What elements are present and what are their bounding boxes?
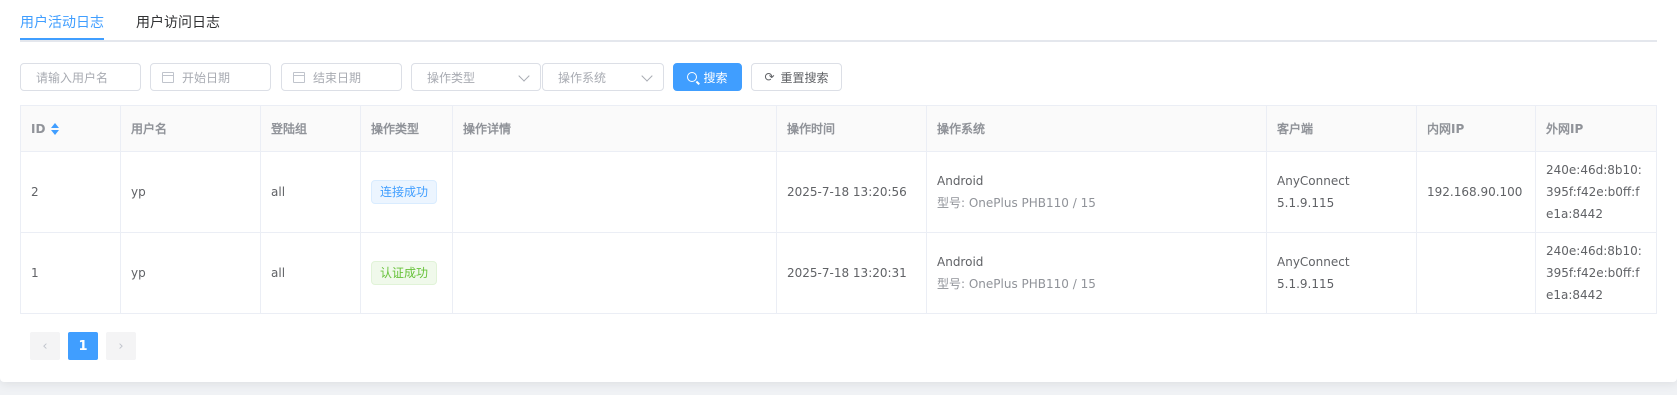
- tab-user-access-log[interactable]: 用户访问日志: [136, 12, 220, 32]
- prev-page-button[interactable]: ‹: [30, 332, 60, 360]
- column-header-wan-ip: 外网IP: [1536, 106, 1656, 151]
- end-date-placeholder: 结束日期: [313, 70, 362, 85]
- column-header-label: 操作时间: [787, 121, 836, 136]
- cell-wan-ip: 240e:46d:8b10:395f:f42e:b0ff:fe1a:8442: [1546, 163, 1642, 221]
- reset-search-button[interactable]: ⟳ 重置搜索: [751, 63, 842, 91]
- username-placeholder: 请输入用户名: [36, 70, 109, 85]
- os-name: Android: [937, 255, 984, 269]
- next-page-button[interactable]: ›: [106, 332, 136, 360]
- calendar-icon: [162, 71, 174, 83]
- search-button-label: 搜索: [703, 70, 728, 85]
- cell-os: Android 型号: OnePlus PHB110 / 15: [927, 233, 1267, 313]
- cell-username: yp: [121, 233, 261, 313]
- cell-id: 1: [21, 233, 121, 313]
- column-header-os: 操作系统: [927, 106, 1267, 151]
- page-number-button[interactable]: 1: [68, 332, 98, 360]
- activity-log-table: ID 用户名 登陆组 操作类型 操作详情 操作时间 操作系统 客户端 内网IP …: [20, 105, 1657, 314]
- chevron-down-icon: [641, 70, 653, 82]
- os-model-value: OnePlus PHB110 / 15: [968, 277, 1096, 291]
- cell-os: Android 型号: OnePlus PHB110 / 15: [927, 152, 1267, 232]
- os-model-line: 型号: OnePlus PHB110 / 15: [937, 192, 1256, 214]
- calendar-icon: [293, 71, 305, 83]
- table-row: 1 yp all 认证成功 2025-7-18 13:20:31 Android…: [21, 233, 1656, 313]
- cell-group: all: [261, 152, 361, 232]
- table-row: 2 yp all 连接成功 2025-7-18 13:20:56 Android…: [21, 152, 1656, 233]
- column-header-client: 客户端: [1267, 106, 1417, 151]
- search-icon: [687, 72, 698, 82]
- log-panel: 用户活动日志 用户访问日志 请输入用户名 开始日期 结束日期 操作类型 操作系统…: [0, 0, 1677, 382]
- column-header-username: 用户名: [121, 106, 261, 151]
- column-header-label: 操作详情: [463, 121, 512, 136]
- column-header-label: ID: [31, 121, 46, 136]
- log-tabs: 用户活动日志 用户访问日志: [20, 0, 1657, 42]
- cell-op-detail: [453, 233, 777, 313]
- active-tab-indicator: [20, 38, 104, 40]
- search-button[interactable]: 搜索: [673, 63, 742, 91]
- start-date-placeholder: 开始日期: [182, 70, 231, 85]
- username-input[interactable]: 请输入用户名: [20, 63, 141, 91]
- cell-lan-ip: [1417, 233, 1536, 313]
- column-header-op-detail: 操作详情: [453, 106, 777, 151]
- os-model-label: 型号:: [937, 196, 969, 210]
- column-header-lan-ip: 内网IP: [1417, 106, 1536, 151]
- cell-username: yp: [121, 152, 261, 232]
- refresh-icon: ⟳: [764, 70, 775, 84]
- column-header-label: 用户名: [131, 121, 168, 136]
- pagination: ‹ 1 ›: [30, 332, 136, 360]
- column-header-label: 客户端: [1277, 121, 1314, 136]
- os-placeholder: 操作系统: [558, 70, 607, 85]
- table-header: ID 用户名 登陆组 操作类型 操作详情 操作时间 操作系统 客户端 内网IP …: [21, 106, 1656, 152]
- start-date-picker[interactable]: 开始日期: [150, 63, 271, 91]
- cell-op-type: 认证成功: [361, 233, 453, 313]
- os-select[interactable]: 操作系统: [542, 63, 664, 91]
- chevron-left-icon: ‹: [42, 338, 48, 354]
- op-type-tag: 连接成功: [371, 180, 438, 204]
- column-header-label: 外网IP: [1546, 121, 1584, 136]
- cell-op-time: 2025-7-18 13:20:31: [777, 233, 927, 313]
- tab-user-activity-log[interactable]: 用户活动日志: [20, 12, 104, 32]
- os-model-label: 型号:: [937, 277, 969, 291]
- reset-button-label: 重置搜索: [780, 70, 829, 85]
- chevron-right-icon: ›: [118, 338, 124, 354]
- column-header-label: 操作类型: [371, 121, 420, 136]
- op-type-placeholder: 操作类型: [427, 70, 476, 85]
- cell-lan-ip: 192.168.90.100: [1417, 152, 1536, 232]
- column-header-op-time: 操作时间: [777, 106, 927, 151]
- cell-group: all: [261, 233, 361, 313]
- column-header-label: 登陆组: [271, 121, 308, 136]
- end-date-picker[interactable]: 结束日期: [281, 63, 402, 91]
- cell-op-time: 2025-7-18 13:20:56: [777, 152, 927, 232]
- os-model-line: 型号: OnePlus PHB110 / 15: [937, 273, 1256, 295]
- column-header-label: 内网IP: [1427, 121, 1465, 136]
- cell-op-detail: [453, 152, 777, 232]
- cell-wan-ip: 240e:46d:8b10:395f:f42e:b0ff:fe1a:8442: [1546, 244, 1642, 302]
- op-type-select[interactable]: 操作类型: [411, 63, 541, 91]
- column-header-op-type: 操作类型: [361, 106, 453, 151]
- cell-id: 2: [21, 152, 121, 232]
- os-name: Android: [937, 174, 984, 188]
- column-header-id[interactable]: ID: [21, 106, 121, 151]
- column-header-label: 操作系统: [937, 121, 986, 136]
- sort-icon[interactable]: [51, 122, 60, 135]
- op-type-tag: 认证成功: [371, 261, 438, 285]
- cell-client: AnyConnect 5.1.9.115: [1267, 152, 1417, 232]
- column-header-group: 登陆组: [261, 106, 361, 151]
- os-model-value: OnePlus PHB110 / 15: [968, 196, 1096, 210]
- cell-client: AnyConnect 5.1.9.115: [1267, 233, 1417, 313]
- chevron-down-icon: [518, 70, 530, 82]
- cell-op-type: 连接成功: [361, 152, 453, 232]
